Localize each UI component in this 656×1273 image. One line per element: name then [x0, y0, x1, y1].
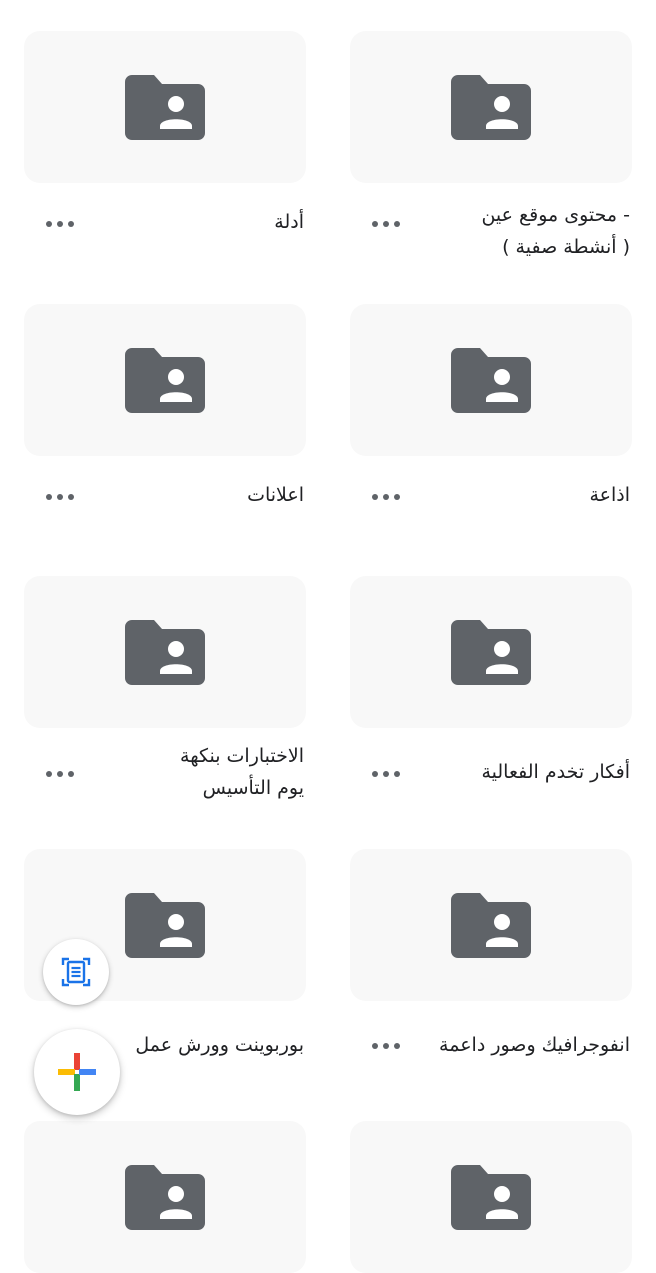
folder-name: - محتوى موقع عين ( أنشطة صفية ): [481, 204, 630, 258]
scan-button[interactable]: [43, 939, 109, 1005]
folder-card[interactable]: اذاعة: [350, 304, 632, 544]
shared-folder-icon: [125, 75, 205, 140]
shared-folder-icon: [451, 75, 531, 140]
folder-thumbnail[interactable]: [24, 31, 306, 183]
document-scan-icon: [61, 957, 91, 987]
shared-folder-icon: [451, 893, 531, 958]
dot: [57, 771, 63, 777]
more-options-button[interactable]: [46, 214, 74, 234]
dot: [394, 1043, 400, 1049]
folder-name: بوربوينت وورش عمل: [135, 1034, 304, 1056]
shared-folder-icon: [125, 348, 205, 413]
more-options-button[interactable]: [372, 1036, 400, 1056]
dot: [57, 494, 63, 500]
more-options-button[interactable]: [372, 214, 400, 234]
folder-name: انفوجرافيك وصور داعمة: [439, 1034, 630, 1056]
folder-name: أدلة: [274, 211, 304, 233]
dot: [46, 494, 52, 500]
dot: [394, 221, 400, 227]
dot: [383, 1043, 389, 1049]
folder-name: الاختبارات بنكهة يوم التأسيس: [180, 745, 304, 799]
folder-thumbnail[interactable]: [350, 576, 632, 728]
new-button[interactable]: [34, 1029, 120, 1115]
shared-folder-icon: [125, 620, 205, 685]
dot: [46, 221, 52, 227]
more-options-button[interactable]: [372, 487, 400, 507]
more-options-button[interactable]: [372, 764, 400, 784]
shared-folder-icon: [451, 1165, 531, 1230]
shared-folder-icon: [125, 893, 205, 958]
folder-thumbnail[interactable]: [24, 304, 306, 456]
plus-icon: [58, 1053, 96, 1091]
folder-thumbnail[interactable]: [24, 576, 306, 728]
folder-card[interactable]: اعلانات: [24, 304, 306, 544]
dot: [394, 494, 400, 500]
shared-folder-icon: [451, 620, 531, 685]
dot: [394, 771, 400, 777]
dot: [57, 221, 63, 227]
dot: [372, 494, 378, 500]
folder-card[interactable]: الاختبارات بنكهة يوم التأسيس: [24, 576, 306, 816]
dot: [68, 771, 74, 777]
folder-name: أفكار تخدم الفعالية: [481, 761, 630, 783]
shared-folder-icon: [125, 1165, 205, 1230]
folder-card[interactable]: [350, 1121, 632, 1273]
more-options-button[interactable]: [46, 764, 74, 784]
folder-thumbnail[interactable]: [350, 304, 632, 456]
folder-thumbnail[interactable]: [350, 849, 632, 1001]
dot: [372, 221, 378, 227]
folder-name: اذاعة: [589, 484, 630, 506]
dot: [383, 771, 389, 777]
more-options-button[interactable]: [46, 487, 74, 507]
folder-card[interactable]: - محتوى موقع عين ( أنشطة صفية ): [350, 31, 632, 271]
folder-card[interactable]: أفكار تخدم الفعالية: [350, 576, 632, 816]
shared-folder-icon: [451, 348, 531, 413]
dot: [372, 771, 378, 777]
folder-name: اعلانات: [247, 484, 304, 506]
folder-thumbnail[interactable]: [350, 31, 632, 183]
folder-thumbnail[interactable]: [24, 1121, 306, 1273]
dot: [68, 494, 74, 500]
folder-thumbnail[interactable]: [350, 1121, 632, 1273]
dot: [383, 494, 389, 500]
dot: [68, 221, 74, 227]
dot: [46, 771, 52, 777]
folder-card[interactable]: أدلة: [24, 31, 306, 271]
folder-card[interactable]: انفوجرافيك وصور داعمة: [350, 849, 632, 1089]
dot: [372, 1043, 378, 1049]
folder-grid: - محتوى موقع عين ( أنشطة صفية ) أدلة اذا…: [0, 0, 656, 1273]
dot: [383, 221, 389, 227]
folder-card[interactable]: [24, 1121, 306, 1273]
